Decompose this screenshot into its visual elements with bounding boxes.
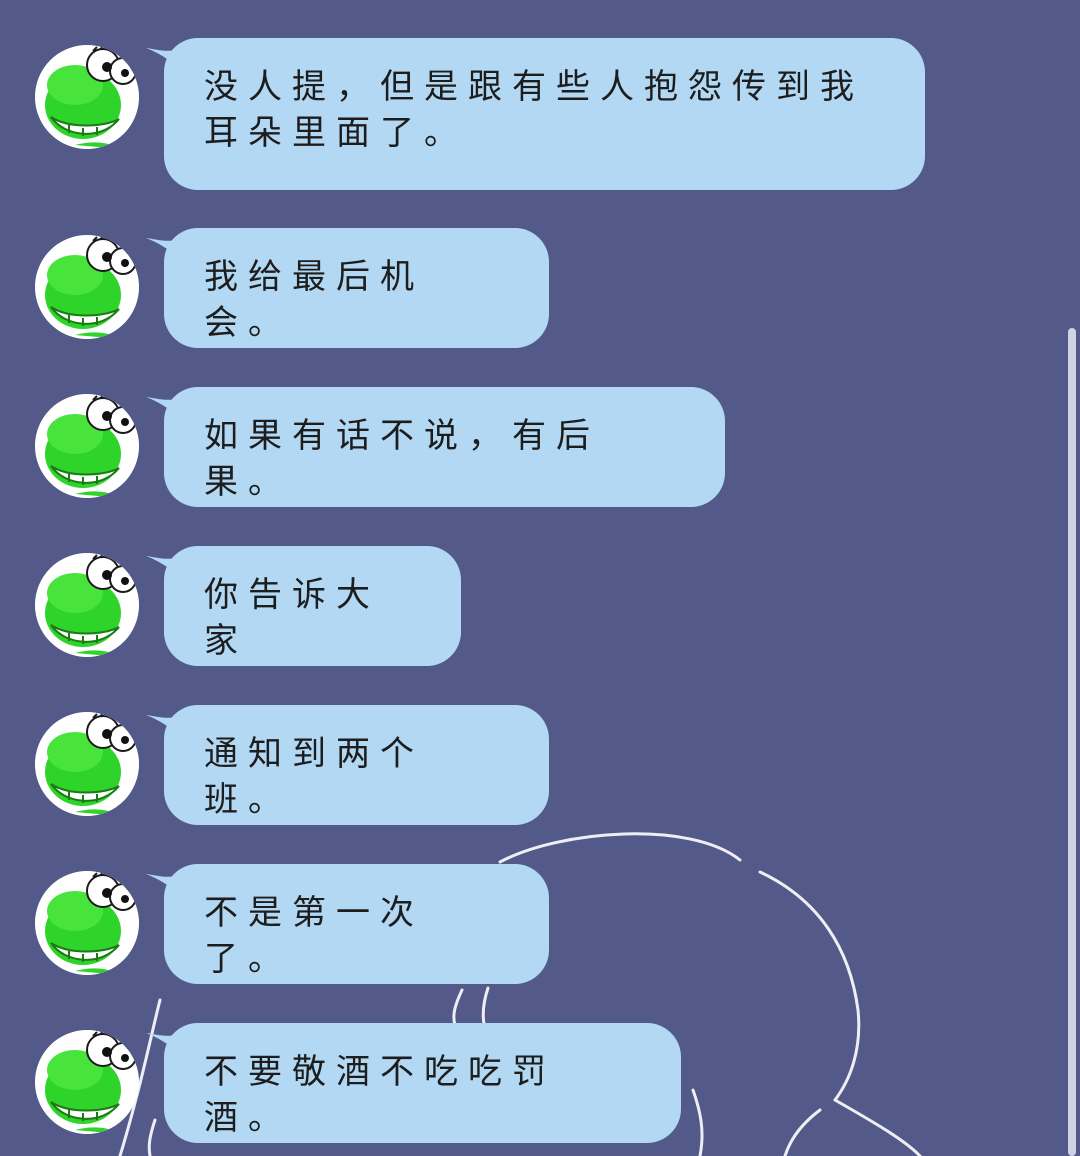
message-text-line: 你告诉大家 [204,575,380,661]
message-text-line: 不是第一次了。 [204,893,424,979]
message-bubble[interactable]: 你告诉大家 [164,546,461,666]
message-text-line: 耳朵里面了。 [204,113,468,153]
chat-window: 没人提，但是跟有些人抱怨传到我 耳朵里面了。 我给最后机会。 如果有话不说，有后… [0,0,1080,1156]
frog-avatar-icon[interactable] [35,553,139,657]
message-row: 通知到两个班。 [0,705,1080,825]
message-bubble[interactable]: 如果有话不说，有后果。 [164,387,725,507]
message-bubble[interactable]: 不要敬酒不吃吃罚酒。 [164,1023,681,1143]
frog-avatar-icon[interactable] [35,45,139,149]
message-bubble[interactable]: 不是第一次了。 [164,864,549,984]
message-row: 不要敬酒不吃吃罚酒。 [0,1023,1080,1143]
frog-avatar-icon[interactable] [35,871,139,975]
message-row: 我给最后机会。 [0,228,1080,348]
message-row: 没人提，但是跟有些人抱怨传到我 耳朵里面了。 [0,38,1080,190]
message-row: 如果有话不说，有后果。 [0,387,1080,507]
message-text-line: 通知到两个班。 [204,734,424,820]
frog-avatar-icon[interactable] [35,712,139,816]
message-text-line: 不要敬酒不吃吃罚酒。 [204,1052,556,1138]
frog-avatar-icon[interactable] [35,1030,139,1134]
message-bubble[interactable]: 我给最后机会。 [164,228,549,348]
message-text-line: 没人提，但是跟有些人抱怨传到我 [204,67,864,107]
frog-avatar-icon[interactable] [35,235,139,339]
message-row: 你告诉大家 [0,546,1080,666]
message-text-line: 我给最后机会。 [204,257,424,343]
scrollbar[interactable] [1068,328,1076,1156]
message-text-line: 如果有话不说，有后果。 [204,416,600,502]
message-row: 不是第一次了。 [0,864,1080,984]
message-bubble[interactable]: 通知到两个班。 [164,705,549,825]
message-bubble[interactable]: 没人提，但是跟有些人抱怨传到我 耳朵里面了。 [164,38,925,190]
frog-avatar-icon[interactable] [35,394,139,498]
